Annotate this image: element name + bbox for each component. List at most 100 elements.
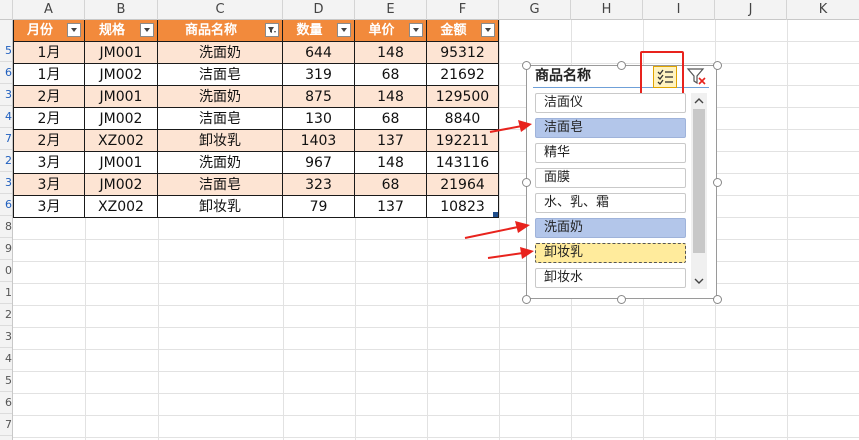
slicer-item-selected[interactable]: 洁面皂 xyxy=(535,118,686,138)
row-header[interactable]: 2 xyxy=(0,150,12,172)
slicer-item[interactable]: 洁面仪 xyxy=(535,93,686,113)
table-header-amount[interactable]: 金额 xyxy=(427,20,499,42)
row-header[interactable]: 7 xyxy=(0,128,12,150)
table-cell[interactable]: 130 xyxy=(283,108,355,130)
row-header[interactable]: 6 xyxy=(0,194,12,216)
table-cell[interactable]: 68 xyxy=(355,108,427,130)
table-cell[interactable]: 洁面皂 xyxy=(158,174,283,196)
resize-handle[interactable] xyxy=(522,61,531,70)
table-cell[interactable]: 319 xyxy=(283,64,355,86)
row-header[interactable]: 5 xyxy=(0,40,12,62)
table-cell[interactable]: 洗面奶 xyxy=(158,152,283,174)
row-header[interactable]: 7 xyxy=(0,414,12,436)
slicer-item-selected[interactable]: 洗面奶 xyxy=(535,218,686,238)
column-header-a[interactable]: A xyxy=(13,0,85,20)
table-header-spec[interactable]: 规格 xyxy=(85,20,158,42)
table-cell[interactable]: JM002 xyxy=(85,64,158,86)
table-cell[interactable]: 洗面奶 xyxy=(158,42,283,64)
row-header[interactable]: 1 xyxy=(0,282,12,304)
row-header[interactable]: 9 xyxy=(0,238,12,260)
resize-handle[interactable] xyxy=(617,295,626,304)
row-header[interactable]: 3 xyxy=(0,172,12,194)
table-cell[interactable]: 323 xyxy=(283,174,355,196)
table-cell[interactable]: 3月 xyxy=(13,152,85,174)
table-cell[interactable]: 137 xyxy=(355,130,427,152)
slicer-item-hovered[interactable]: 卸妆乳 xyxy=(535,243,686,263)
column-header-h[interactable]: H xyxy=(571,0,643,20)
column-header-i[interactable]: I xyxy=(643,0,715,20)
resize-handle[interactable] xyxy=(617,61,626,70)
table-cell[interactable]: 129500 xyxy=(427,86,499,108)
resize-handle[interactable] xyxy=(713,61,722,70)
slicer-item[interactable]: 卸妆水 xyxy=(535,268,686,288)
table-cell[interactable]: 洁面皂 xyxy=(158,64,283,86)
table-cell[interactable]: 3月 xyxy=(13,174,85,196)
column-header-j[interactable]: J xyxy=(715,0,787,20)
slicer-scrollbar-thumb[interactable] xyxy=(693,109,705,253)
table-cell[interactable]: 卸妆乳 xyxy=(158,130,283,152)
row-header[interactable]: 3 xyxy=(0,84,12,106)
row-header[interactable]: 0 xyxy=(0,260,12,282)
scroll-up-icon[interactable] xyxy=(693,95,705,107)
column-header-e[interactable]: E xyxy=(355,0,427,20)
table-cell[interactable]: 644 xyxy=(283,42,355,64)
table-cell[interactable]: 68 xyxy=(355,64,427,86)
table-cell[interactable]: 137 xyxy=(355,196,427,218)
clear-filter-button[interactable] xyxy=(686,66,708,88)
table-cell[interactable]: 875 xyxy=(283,86,355,108)
table-cell[interactable]: 洗面奶 xyxy=(158,86,283,108)
table-cell[interactable]: XZ002 xyxy=(85,130,158,152)
slicer-item[interactable]: 水、乳、霜 xyxy=(535,193,686,213)
column-header-f[interactable]: F xyxy=(427,0,499,20)
row-header[interactable]: 8 xyxy=(0,216,12,238)
scroll-down-icon[interactable] xyxy=(693,275,705,287)
filter-dropdown-icon[interactable] xyxy=(481,23,495,37)
table-cell[interactable]: 79 xyxy=(283,196,355,218)
filter-dropdown-icon[interactable] xyxy=(67,23,81,37)
table-cell[interactable]: JM001 xyxy=(85,42,158,64)
table-cell[interactable]: 148 xyxy=(355,42,427,64)
table-cell[interactable]: 2月 xyxy=(13,130,85,152)
row-header[interactable]: 4 xyxy=(0,348,12,370)
table-cell[interactable]: 3月 xyxy=(13,196,85,218)
table-cell[interactable]: 洁面皂 xyxy=(158,108,283,130)
table-cell[interactable]: JM001 xyxy=(85,152,158,174)
table-cell[interactable]: 967 xyxy=(283,152,355,174)
filter-dropdown-icon[interactable] xyxy=(409,23,423,37)
table-header-product[interactable]: 商品名称 xyxy=(158,20,283,42)
table-header-month[interactable]: 月份 xyxy=(13,20,85,42)
table-cell[interactable]: JM002 xyxy=(85,108,158,130)
filter-dropdown-icon[interactable] xyxy=(337,23,351,37)
column-header-c[interactable]: C xyxy=(158,0,283,20)
table-cell[interactable]: JM002 xyxy=(85,174,158,196)
resize-handle[interactable] xyxy=(713,295,722,304)
resize-handle[interactable] xyxy=(713,178,722,187)
table-cell[interactable]: JM001 xyxy=(85,86,158,108)
slicer-item[interactable]: 精华 xyxy=(535,143,686,163)
table-cell[interactable]: 2月 xyxy=(13,86,85,108)
table-cell[interactable]: 148 xyxy=(355,86,427,108)
table-header-price[interactable]: 单价 xyxy=(355,20,427,42)
column-header-g[interactable]: G xyxy=(499,0,571,20)
row-header[interactable]: 6 xyxy=(0,62,12,84)
row-header[interactable]: 3 xyxy=(0,326,12,348)
slicer-item[interactable]: 面膜 xyxy=(535,168,686,188)
table-cell[interactable]: 95312 xyxy=(427,42,499,64)
column-header-d[interactable]: D xyxy=(283,0,355,20)
table-cell[interactable]: 1403 xyxy=(283,130,355,152)
table-cell[interactable]: XZ002 xyxy=(85,196,158,218)
row-header[interactable]: 2 xyxy=(0,304,12,326)
row-header[interactable]: 4 xyxy=(0,106,12,128)
table-cell[interactable]: 1月 xyxy=(13,64,85,86)
column-header-b[interactable]: B xyxy=(85,0,158,20)
row-header[interactable]: 5 xyxy=(0,370,12,392)
table-cell[interactable]: 68 xyxy=(355,174,427,196)
filter-dropdown-icon[interactable] xyxy=(140,23,154,37)
resize-handle[interactable] xyxy=(522,295,531,304)
table-cell[interactable]: 148 xyxy=(355,152,427,174)
table-header-quantity[interactable]: 数量 xyxy=(283,20,355,42)
row-header[interactable]: 6 xyxy=(0,392,12,414)
column-header-k[interactable]: K xyxy=(787,0,859,20)
table-cell[interactable]: 1月 xyxy=(13,42,85,64)
filter-applied-icon[interactable] xyxy=(265,23,279,37)
